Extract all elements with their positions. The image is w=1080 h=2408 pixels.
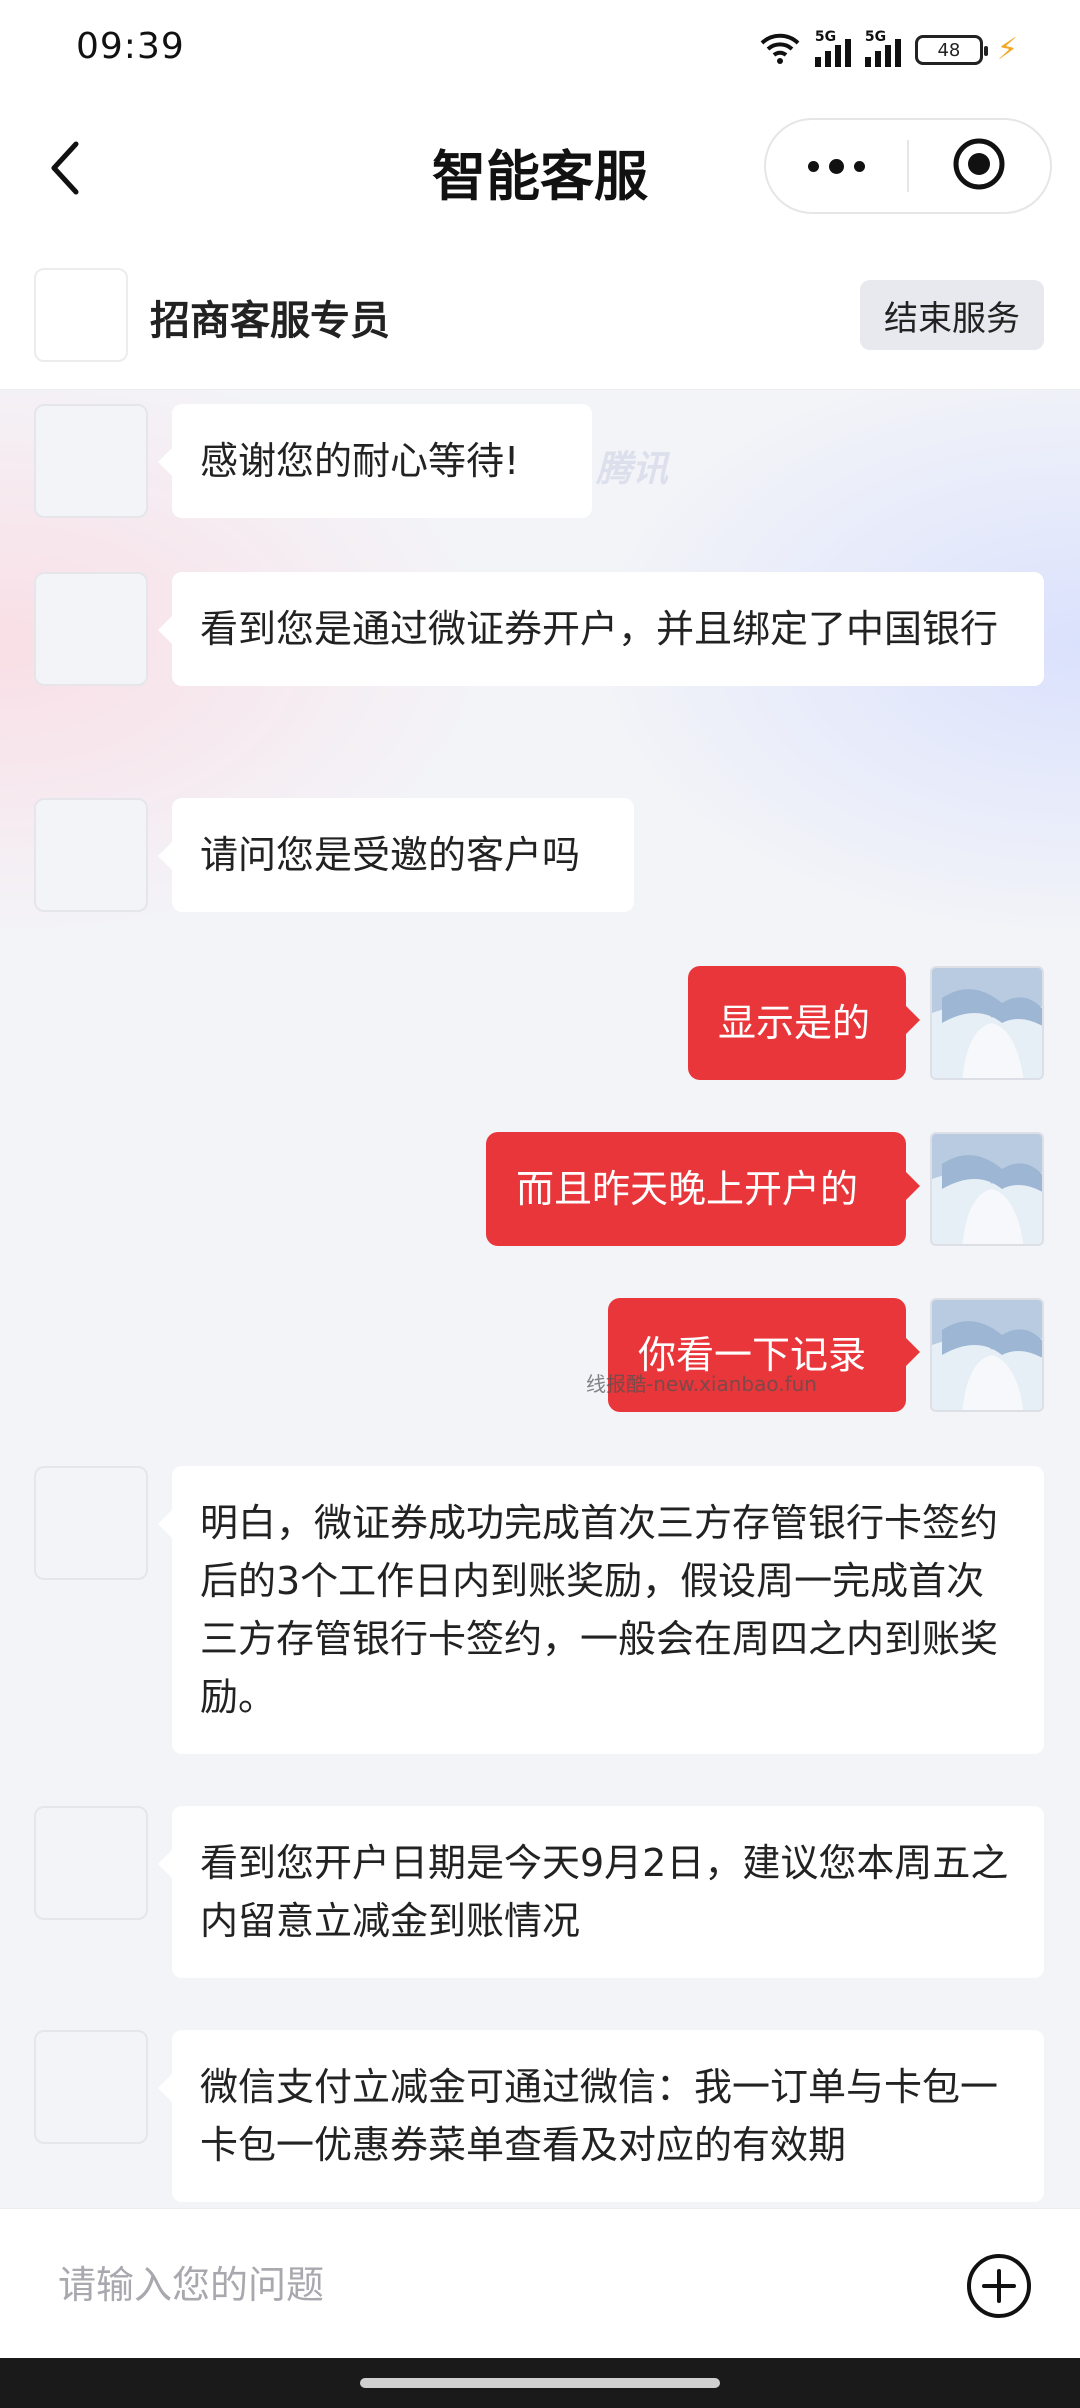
agent-avatar bbox=[34, 268, 128, 362]
close-target-icon bbox=[951, 136, 1007, 196]
message-bubble-agent: 感谢您的耐心等待! bbox=[158, 404, 592, 518]
signal-5g-icon: 5G bbox=[864, 29, 901, 67]
more-dots-icon bbox=[808, 160, 819, 172]
end-service-button[interactable]: 结束服务 bbox=[860, 280, 1044, 350]
user-avatar bbox=[930, 966, 1044, 1080]
agent-avatar bbox=[34, 572, 148, 686]
add-button[interactable] bbox=[966, 2253, 1032, 2319]
status-time: 09:39 bbox=[76, 26, 185, 67]
miniprogram-capsule bbox=[764, 118, 1052, 214]
signal-tag: 5G bbox=[814, 29, 837, 45]
signal-tag: 5G bbox=[864, 29, 887, 45]
plus-circle-icon bbox=[966, 2254, 1032, 2323]
status-icons: 5G 5G 48 ⚡ bbox=[759, 28, 1018, 72]
agent-name: 招商客服专员 bbox=[150, 298, 390, 344]
user-avatar bbox=[930, 1132, 1044, 1246]
agent-avatar bbox=[34, 2030, 148, 2144]
signal-5g-icon: 5G bbox=[814, 29, 851, 67]
message-bubble-agent: 看到您开户日期是今天9月2日，建议您本周五之内留意立减金到账情况 bbox=[158, 1806, 1044, 1978]
agent-avatar bbox=[34, 1466, 148, 1580]
agent-avatar bbox=[34, 1806, 148, 1920]
message-bubble-agent: 看到您是通过微证券开户，并且绑定了中国银行 bbox=[158, 572, 1044, 686]
user-avatar bbox=[930, 1298, 1044, 1412]
question-input[interactable] bbox=[58, 2255, 878, 2315]
chat-area[interactable]: 腾讯 感谢您的耐心等待! 看到您是通过微证券开户，并且绑定了中国银行 请问您是受… bbox=[0, 390, 1080, 2208]
more-button[interactable] bbox=[766, 120, 907, 212]
charging-bolt-icon: ⚡ bbox=[996, 32, 1018, 67]
more-dot bbox=[854, 160, 865, 172]
message-bubble-agent: 明白，微证券成功完成首次三方存管银行卡签约后的3个工作日内到账奖励，假设周一完成… bbox=[158, 1466, 1044, 1754]
agent-header: 招商客服专员 结束服务 bbox=[0, 240, 1080, 390]
system-gesture-bar bbox=[0, 2358, 1080, 2408]
input-bar bbox=[0, 2208, 1080, 2358]
message-bubble-agent: 微信支付立减金可通过微信：我一订单与卡包一卡包一优惠券菜单查看及对应的有效期 bbox=[158, 2030, 1044, 2202]
agent-avatar bbox=[34, 798, 148, 912]
battery-level: 48 bbox=[937, 39, 961, 61]
close-button[interactable] bbox=[909, 120, 1050, 212]
message-bubble-user: 而且昨天晚上开户的 bbox=[486, 1132, 920, 1246]
home-indicator[interactable] bbox=[360, 2378, 720, 2388]
wifi-icon bbox=[759, 31, 801, 69]
more-dot bbox=[829, 158, 844, 174]
status-bar: 09:39 5G 5G 48 ⚡ bbox=[0, 0, 1080, 100]
message-bubble-user: 显示是的 bbox=[688, 966, 920, 1080]
message-bubble-agent: 请问您是受邀的客户吗 bbox=[158, 798, 634, 912]
watermark: 腾讯 bbox=[596, 449, 669, 490]
watermark: 线报酷-new.xianbao.fun bbox=[586, 1372, 817, 1396]
nav-bar: 智能客服 bbox=[0, 100, 1080, 240]
agent-avatar bbox=[34, 404, 148, 518]
battery-icon: 48 bbox=[914, 35, 988, 65]
